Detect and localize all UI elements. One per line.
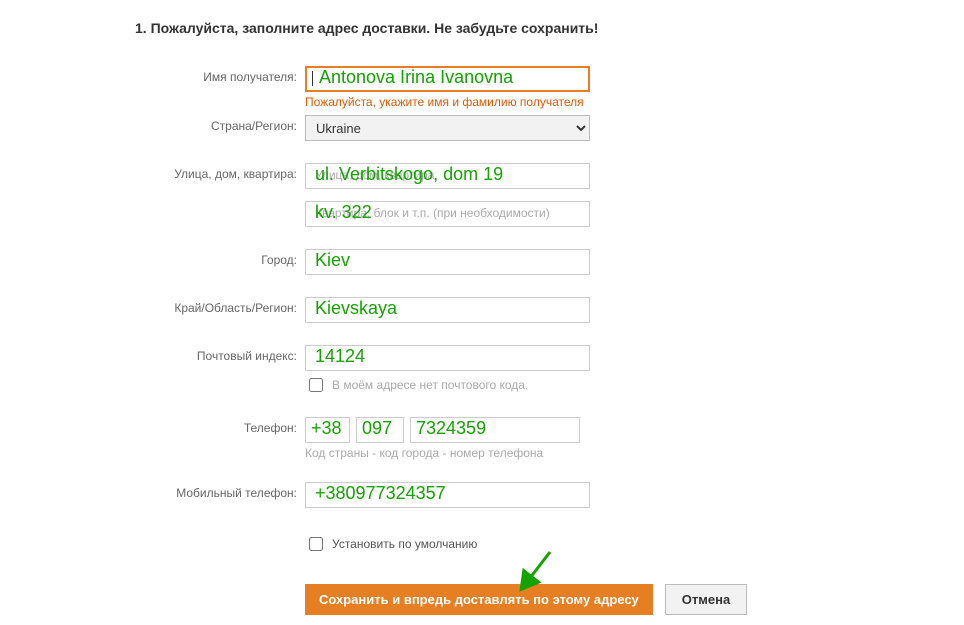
recipient-input[interactable] xyxy=(305,66,590,92)
no-postcode-checkbox[interactable] xyxy=(309,378,323,392)
label-city: Город: xyxy=(135,249,305,267)
save-button[interactable]: Сохранить и впредь доставлять по этому а… xyxy=(305,584,653,615)
city-input[interactable] xyxy=(305,249,590,275)
street1-input[interactable] xyxy=(305,163,590,189)
mobile-input[interactable] xyxy=(305,482,590,508)
label-recipient: Имя получателя: xyxy=(135,66,305,84)
label-street: Улица, дом, квартира: xyxy=(135,163,305,181)
label-region: Край/Область/Регион: xyxy=(135,297,305,315)
cancel-button[interactable]: Отмена xyxy=(665,584,747,615)
label-country: Страна/Регион: xyxy=(135,115,305,133)
postcode-input[interactable] xyxy=(305,345,590,371)
label-mobile: Мобильный телефон: xyxy=(135,482,305,500)
phone-country-input[interactable] xyxy=(305,417,350,443)
phone-hint: Код страны - код города - номер телефона xyxy=(305,446,580,460)
no-postcode-label: В моём адресе нет почтового кода. xyxy=(332,378,528,392)
form-heading: 1. Пожалуйста, заполните адрес доставки.… xyxy=(135,20,964,36)
label-postcode: Почтовый индекс: xyxy=(135,345,305,363)
country-select[interactable]: Ukraine xyxy=(305,115,590,141)
street2-input[interactable] xyxy=(305,201,590,227)
recipient-error-msg: Пожалуйста, укажите имя и фамилию получа… xyxy=(305,95,590,109)
region-input[interactable] xyxy=(305,297,590,323)
phone-number-input[interactable] xyxy=(410,417,580,443)
phone-area-input[interactable] xyxy=(356,417,404,443)
set-default-label: Установить по умолчанию xyxy=(332,537,477,551)
label-phone: Телефон: xyxy=(135,417,305,435)
set-default-checkbox[interactable] xyxy=(309,537,323,551)
